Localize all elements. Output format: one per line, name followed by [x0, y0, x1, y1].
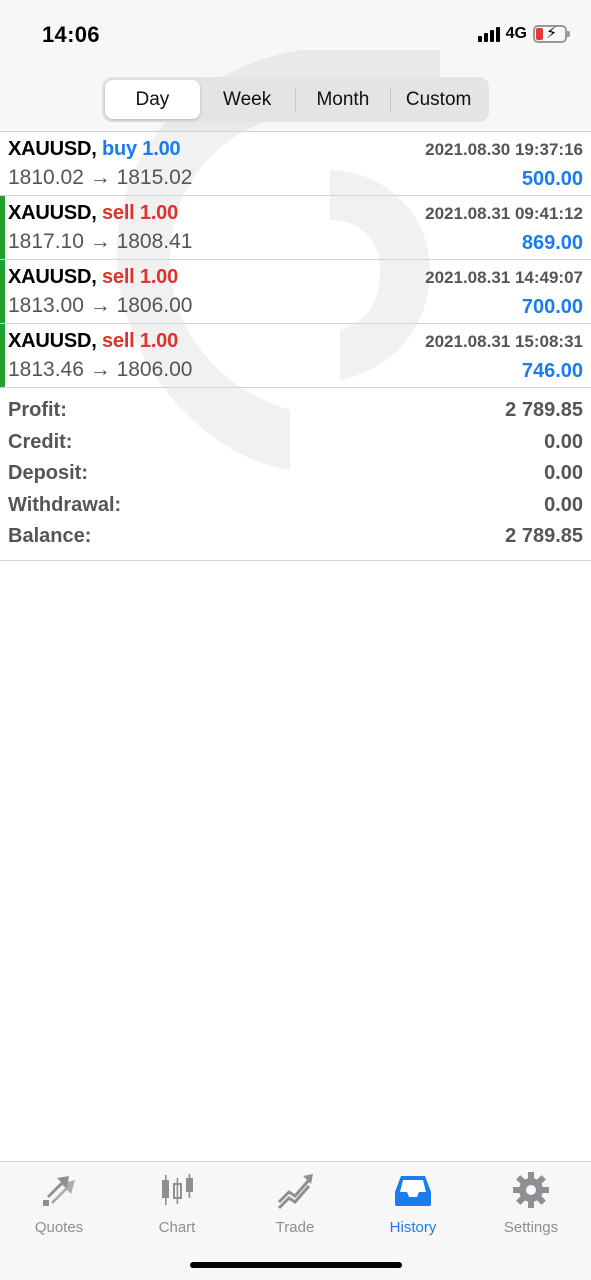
summary-label: Deposit:: [8, 462, 88, 484]
trade-history-list: XAUUSD, buy 1.00 2021.08.30 19:37:16 181…: [0, 131, 591, 388]
tab-settings[interactable]: Settings: [481, 1170, 581, 1240]
trade-direction: buy 1.00: [101, 138, 181, 160]
tab-label: Chart: [158, 1219, 196, 1236]
trade-title: XAUUSD, sell 1.00: [8, 202, 178, 225]
trade-profit: 500.00: [521, 168, 583, 190]
status-bar: 14:06 4G ⚡: [0, 0, 591, 70]
summary-label: Credit:: [8, 430, 73, 453]
summary-label: Balance:: [8, 525, 92, 547]
trade-row[interactable]: XAUUSD, buy 1.00 2021.08.30 19:37:16 181…: [0, 132, 591, 196]
trade-profit: 746.00: [521, 360, 583, 382]
tab-month[interactable]: Month: [296, 80, 391, 119]
trade-prices: 1813.00 → 1806.00: [8, 294, 193, 317]
trade-prices: 1813.46 → 1806.00: [8, 358, 193, 381]
summary-row-credit: Credit: 0.00: [0, 426, 591, 458]
trade-title: XAUUSD, buy 1.00: [8, 138, 181, 161]
summary-label: Withdrawal:: [8, 493, 122, 516]
trade-title: XAUUSD, sell 1.00: [8, 266, 178, 289]
trade-symbol: XAUUSD,: [8, 330, 97, 352]
summary-label: Profit:: [8, 399, 67, 421]
trade-direction: sell 1.00: [101, 266, 179, 288]
summary-row-deposit: Deposit: 0.00: [0, 457, 591, 489]
trade-profit: 869.00: [521, 232, 583, 254]
quotes-icon: [43, 1176, 75, 1206]
trade-symbol: XAUUSD,: [8, 138, 97, 160]
tab-label: Quotes: [34, 1219, 84, 1236]
tab-day[interactable]: Day: [105, 80, 200, 119]
trade-prices: 1817.10 → 1808.41: [8, 230, 193, 253]
trade-profit: 700.00: [521, 296, 583, 318]
tab-week[interactable]: Week: [200, 80, 295, 119]
summary-value: 2 789.85: [505, 399, 583, 421]
signal-icon: [477, 26, 500, 42]
trade-direction: sell 1.00: [101, 330, 179, 352]
trade-symbol: XAUUSD,: [8, 202, 97, 224]
trade-time: 2021.08.31 09:41:12: [425, 204, 583, 223]
trade-time: 2021.08.31 15:08:31: [425, 332, 583, 351]
summary-row-profit: Profit: 2 789.85: [0, 394, 591, 426]
tab-history[interactable]: History: [363, 1170, 463, 1240]
tab-custom[interactable]: Custom: [391, 80, 486, 119]
account-summary: Profit: 2 789.85 Credit: 0.00 Deposit: 0…: [0, 394, 591, 561]
chart-icon: [162, 1174, 193, 1205]
tab-label: Trade: [275, 1219, 315, 1236]
summary-row-balance: Balance: 2 789.85: [0, 520, 591, 552]
trade-title: XAUUSD, sell 1.00: [8, 330, 178, 353]
tab-label: Settings: [503, 1219, 559, 1236]
status-indicators: 4G ⚡: [477, 25, 570, 43]
trade-symbol: XAUUSD,: [8, 266, 97, 288]
status-time: 14:06: [42, 22, 100, 47]
trade-direction: sell 1.00: [101, 202, 179, 224]
summary-value: 2 789.85: [505, 525, 583, 547]
summary-row-withdrawal: Withdrawal: 0.00: [0, 489, 591, 521]
trade-time: 2021.08.31 14:49:07: [425, 268, 583, 287]
trade-row[interactable]: XAUUSD, sell 1.00 2021.08.31 15:08:31 18…: [0, 324, 591, 388]
summary-value: 0.00: [544, 430, 583, 453]
trade-icon: [277, 1174, 313, 1210]
home-indicator[interactable]: [190, 1262, 402, 1268]
summary-value: 0.00: [544, 462, 583, 484]
trade-row[interactable]: XAUUSD, sell 1.00 2021.08.31 09:41:12 18…: [0, 196, 591, 260]
network-type: 4G: [505, 25, 527, 42]
settings-icon: [513, 1172, 549, 1208]
trade-prices: 1810.02 → 1815.02: [8, 166, 193, 189]
trade-time: 2021.08.30 19:37:16: [425, 140, 583, 159]
battery-icon: ⚡: [533, 25, 570, 43]
period-selector: Day Week Month Custom: [102, 77, 489, 122]
tab-label: History: [389, 1219, 437, 1236]
history-icon: [395, 1176, 431, 1206]
tab-trade[interactable]: Trade: [245, 1170, 345, 1240]
summary-value: 0.00: [544, 493, 583, 516]
tab-chart[interactable]: Chart: [127, 1170, 227, 1240]
trade-row[interactable]: XAUUSD, sell 1.00 2021.08.31 14:49:07 18…: [0, 260, 591, 324]
tab-quotes[interactable]: Quotes: [9, 1170, 109, 1240]
